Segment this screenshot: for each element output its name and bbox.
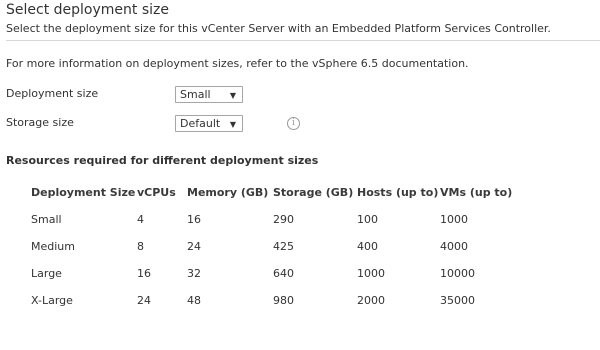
table-cell-size: Large [31, 267, 62, 280]
table-cell-hosts: 1000 [357, 267, 385, 280]
resources-table: Deployment Size vCPUs Memory (GB) Storag… [0, 0, 600, 350]
table-cell-vms: 35000 [440, 294, 475, 307]
table-cell-storage: 425 [273, 240, 294, 253]
table-cell-storage: 980 [273, 294, 294, 307]
table-cell-vcpus: 16 [137, 267, 151, 280]
table-cell-vms: 4000 [440, 240, 468, 253]
deployment-size-page: Select deployment size Select the deploy… [0, 0, 600, 350]
table-cell-memory: 48 [187, 294, 201, 307]
table-cell-hosts: 400 [357, 240, 378, 253]
table-cell-storage: 290 [273, 213, 294, 226]
table-cell-vcpus: 4 [137, 213, 144, 226]
column-header-memory: Memory (GB) [187, 186, 269, 199]
table-cell-memory: 16 [187, 213, 201, 226]
table-cell-hosts: 100 [357, 213, 378, 226]
table-cell-memory: 24 [187, 240, 201, 253]
column-header-storage: Storage (GB) [273, 186, 354, 199]
column-header-vms: VMs (up to) [440, 186, 513, 199]
table-cell-storage: 640 [273, 267, 294, 280]
table-cell-memory: 32 [187, 267, 201, 280]
table-cell-vcpus: 24 [137, 294, 151, 307]
table-cell-vcpus: 8 [137, 240, 144, 253]
table-cell-vms: 1000 [440, 213, 468, 226]
table-cell-size: Small [31, 213, 62, 226]
column-header-vcpus: vCPUs [137, 186, 176, 199]
table-cell-vms: 10000 [440, 267, 475, 280]
table-cell-size: X-Large [31, 294, 73, 307]
column-header-deployment-size: Deployment Size [31, 186, 136, 199]
table-cell-hosts: 2000 [357, 294, 385, 307]
column-header-hosts: Hosts (up to) [357, 186, 439, 199]
table-cell-size: Medium [31, 240, 75, 253]
